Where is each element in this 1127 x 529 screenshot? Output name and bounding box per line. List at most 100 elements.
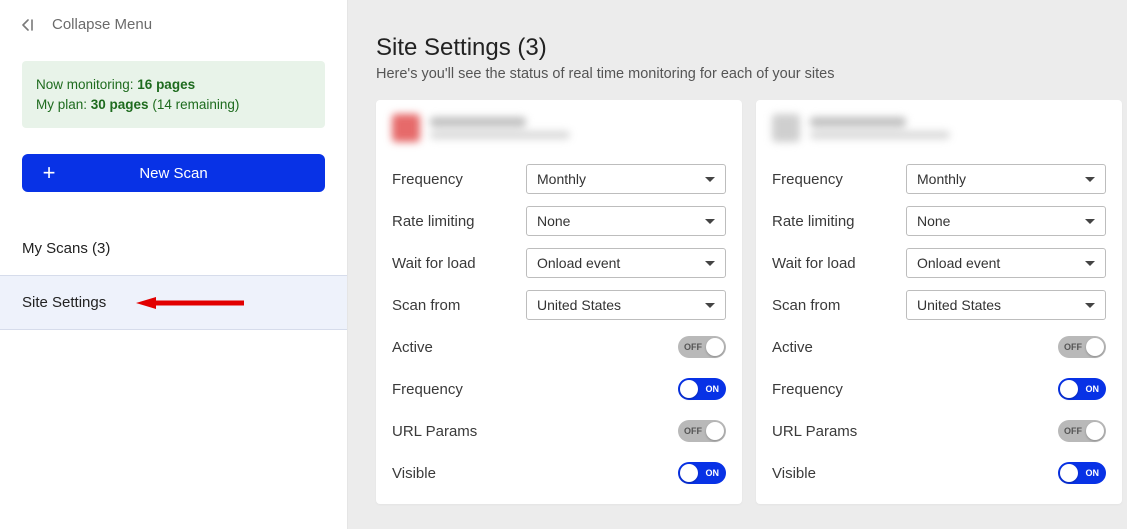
row-url-params: URL Params OFF — [772, 410, 1106, 452]
select-scan-from[interactable]: United States — [906, 290, 1106, 320]
toggle-visible[interactable]: ON — [678, 462, 726, 484]
select-frequency-value: Monthly — [917, 171, 966, 187]
row-frequency: Frequency Monthly — [392, 158, 726, 200]
row-frequency-toggle: Frequency ON — [772, 368, 1106, 410]
toggle-knob — [706, 422, 724, 440]
label-frequency: Frequency — [392, 171, 463, 188]
plan-prefix: My plan: — [36, 97, 91, 112]
toggle-label: OFF — [684, 426, 702, 436]
site-card-header — [772, 114, 1106, 142]
chevron-down-icon — [705, 261, 715, 266]
select-scan-from-value: United States — [537, 297, 621, 313]
label-active: Active — [392, 339, 433, 356]
chevron-down-icon — [705, 303, 715, 308]
chevron-down-icon — [1085, 261, 1095, 266]
toggle-label: ON — [706, 468, 720, 478]
plan-limit-line: My plan: 30 pages (14 remaining) — [36, 95, 311, 115]
chevron-down-icon — [1085, 177, 1095, 182]
select-scan-from-value: United States — [917, 297, 1001, 313]
toggle-knob — [680, 380, 698, 398]
collapse-label: Collapse Menu — [52, 16, 152, 33]
new-scan-label: New Scan — [139, 165, 207, 182]
row-frequency-toggle: Frequency ON — [392, 368, 726, 410]
select-wait-for-load[interactable]: Onload event — [906, 248, 1106, 278]
chevron-down-icon — [705, 219, 715, 224]
annotation-arrow-icon — [136, 296, 246, 310]
site-card: Frequency Monthly Rate limiting None Wai… — [376, 100, 742, 504]
label-frequency-toggle: Frequency — [392, 381, 463, 398]
toggle-url-params[interactable]: OFF — [1058, 420, 1106, 442]
plus-icon: + — [40, 164, 58, 182]
plan-suffix: (14 remaining) — [149, 97, 240, 112]
toggle-knob — [680, 464, 698, 482]
site-card-header — [392, 114, 726, 142]
plan-status-box: Now monitoring: 16 pages My plan: 30 pag… — [22, 61, 325, 128]
row-active: Active OFF — [392, 326, 726, 368]
toggle-frequency[interactable]: ON — [678, 378, 726, 400]
plan-monitoring-value: 16 pages — [137, 77, 195, 92]
label-visible: Visible — [392, 465, 436, 482]
chevron-down-icon — [1085, 219, 1095, 224]
label-wait-for-load: Wait for load — [772, 255, 856, 272]
row-rate-limiting: Rate limiting None — [772, 200, 1106, 242]
toggle-knob — [706, 338, 724, 356]
row-frequency: Frequency Monthly — [772, 158, 1106, 200]
select-rate-limiting[interactable]: None — [906, 206, 1106, 236]
nav-site-settings[interactable]: Site Settings — [0, 275, 347, 330]
toggle-active[interactable]: OFF — [678, 336, 726, 358]
main-content: Site Settings (3) Here's you'll see the … — [348, 0, 1127, 529]
select-frequency[interactable]: Monthly — [526, 164, 726, 194]
select-rate-limiting[interactable]: None — [526, 206, 726, 236]
chevron-down-icon — [705, 177, 715, 182]
toggle-url-params[interactable]: OFF — [678, 420, 726, 442]
row-wait-for-load: Wait for load Onload event — [772, 242, 1106, 284]
toggle-label: OFF — [684, 342, 702, 352]
label-url-params: URL Params — [772, 423, 857, 440]
toggle-knob — [1060, 380, 1078, 398]
toggle-label: OFF — [1064, 426, 1082, 436]
label-active: Active — [772, 339, 813, 356]
row-active: Active OFF — [772, 326, 1106, 368]
row-scan-from: Scan from United States — [772, 284, 1106, 326]
select-wait-for-load[interactable]: Onload event — [526, 248, 726, 278]
toggle-visible[interactable]: ON — [1058, 462, 1106, 484]
row-visible: Visible ON — [392, 452, 726, 494]
new-scan-button[interactable]: + New Scan — [22, 154, 325, 192]
toggle-label: ON — [706, 384, 720, 394]
select-rate-limiting-value: None — [537, 213, 570, 229]
site-card: Frequency Monthly Rate limiting None Wai… — [756, 100, 1122, 504]
toggle-label: OFF — [1064, 342, 1082, 352]
select-scan-from[interactable]: United States — [526, 290, 726, 320]
site-name-redacted — [810, 117, 950, 139]
page-subtitle: Here's you'll see the status of real tim… — [376, 66, 1099, 82]
select-rate-limiting-value: None — [917, 213, 950, 229]
site-favicon — [392, 114, 420, 142]
toggle-knob — [1060, 464, 1078, 482]
row-url-params: URL Params OFF — [392, 410, 726, 452]
label-scan-from: Scan from — [772, 297, 840, 314]
row-scan-from: Scan from United States — [392, 284, 726, 326]
toggle-label: ON — [1086, 468, 1100, 478]
label-frequency: Frequency — [772, 171, 843, 188]
site-name-redacted — [430, 117, 570, 139]
select-frequency[interactable]: Monthly — [906, 164, 1106, 194]
select-wait-for-load-value: Onload event — [917, 255, 1000, 271]
row-rate-limiting: Rate limiting None — [392, 200, 726, 242]
label-frequency-toggle: Frequency — [772, 381, 843, 398]
plan-monitoring-prefix: Now monitoring: — [36, 77, 137, 92]
label-wait-for-load: Wait for load — [392, 255, 476, 272]
plan-monitoring-line: Now monitoring: 16 pages — [36, 75, 311, 95]
site-cards: Frequency Monthly Rate limiting None Wai… — [376, 100, 1099, 504]
nav-site-settings-label: Site Settings — [22, 294, 106, 311]
row-visible: Visible ON — [772, 452, 1106, 494]
select-frequency-value: Monthly — [537, 171, 586, 187]
select-wait-for-load-value: Onload event — [537, 255, 620, 271]
toggle-label: ON — [1086, 384, 1100, 394]
toggle-active[interactable]: OFF — [1058, 336, 1106, 358]
nav-my-scans[interactable]: My Scans (3) — [0, 222, 347, 275]
label-rate-limiting: Rate limiting — [392, 213, 475, 230]
collapse-menu[interactable]: Collapse Menu — [0, 0, 347, 41]
toggle-frequency[interactable]: ON — [1058, 378, 1106, 400]
collapse-icon — [22, 17, 38, 33]
row-wait-for-load: Wait for load Onload event — [392, 242, 726, 284]
